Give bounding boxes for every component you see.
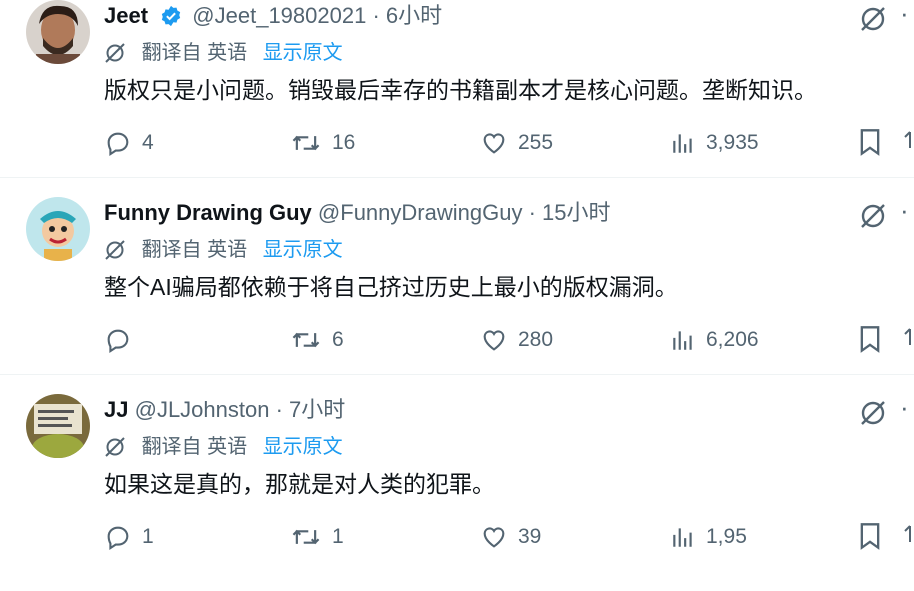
user-handle[interactable]: @JLJohnston bbox=[135, 397, 270, 422]
bookmark-icon[interactable] bbox=[858, 522, 882, 555]
like-icon bbox=[483, 330, 505, 351]
reply-button[interactable] bbox=[104, 325, 142, 355]
views-button[interactable]: 3,935 bbox=[670, 128, 759, 158]
like-button[interactable]: 280 bbox=[480, 325, 553, 355]
timestamp[interactable]: 6小时 bbox=[386, 3, 442, 28]
views-icon bbox=[673, 134, 692, 153]
translated-from-label: 翻译自 英语 bbox=[141, 436, 248, 458]
retweet-count: 1 bbox=[332, 525, 344, 548]
tweet[interactable]: Jeet @Jeet_19802021 · 6小时 · 翻译自 英语 显示原文 … bbox=[0, 0, 914, 197]
views-count: 6,206 bbox=[706, 328, 759, 351]
show-original-link[interactable]: 显示原文 bbox=[263, 436, 343, 458]
show-original-link[interactable]: 显示原文 bbox=[263, 42, 343, 64]
user-handle[interactable]: @FunnyDrawingGuy bbox=[318, 200, 523, 225]
share-icon[interactable] bbox=[902, 522, 914, 555]
tweet-header: JJ @JLJohnston · 7小时 bbox=[104, 394, 345, 426]
views-icon bbox=[673, 528, 692, 547]
separator-dot: · bbox=[528, 200, 536, 225]
grok-icon[interactable] bbox=[858, 201, 888, 236]
avatar[interactable] bbox=[26, 394, 90, 458]
views-count: 1,95 bbox=[706, 525, 747, 548]
retweet-button[interactable]: 6 bbox=[290, 325, 344, 355]
avatar[interactable] bbox=[26, 197, 90, 261]
more-icon[interactable]: · bbox=[900, 394, 909, 420]
separator-dot: · bbox=[372, 3, 380, 28]
views-icon bbox=[673, 331, 692, 350]
reply-button[interactable]: 4 bbox=[104, 128, 154, 158]
like-icon bbox=[483, 133, 505, 154]
display-name[interactable]: JJ bbox=[104, 397, 128, 422]
grok-icon[interactable] bbox=[858, 398, 888, 433]
like-count: 255 bbox=[518, 131, 554, 154]
like-count: 280 bbox=[518, 328, 554, 351]
retweet-icon bbox=[292, 529, 320, 545]
translated-from-label: 翻译自 英语 bbox=[141, 239, 248, 261]
more-icon[interactable]: · bbox=[900, 0, 909, 26]
display-name[interactable]: Jeet bbox=[104, 3, 148, 28]
tweet[interactable]: JJ @JLJohnston · 7小时 · 翻译自 英语 显示原文 如果这是真… bbox=[0, 394, 914, 591]
tweet[interactable]: Funny Drawing Guy @FunnyDrawingGuy · 15小… bbox=[0, 197, 914, 394]
translation-info: 翻译自 英语 显示原文 bbox=[104, 38, 343, 68]
translation-info: 翻译自 英语 显示原文 bbox=[104, 235, 343, 265]
bookmark-icon[interactable] bbox=[858, 325, 882, 358]
tweet-text: 版权只是小问题。销毁最后幸存的书籍副本才是核心问题。垄断知识。 bbox=[104, 77, 817, 103]
reply-icon bbox=[107, 526, 129, 551]
translate-icon bbox=[104, 42, 126, 73]
like-count: 39 bbox=[518, 525, 542, 548]
more-icon[interactable]: · bbox=[900, 197, 909, 223]
divider bbox=[0, 374, 914, 375]
tweet-header: Jeet @Jeet_19802021 · 6小时 bbox=[104, 0, 442, 32]
timestamp[interactable]: 7小时 bbox=[289, 397, 345, 422]
reply-icon bbox=[107, 329, 129, 354]
bookmark-icon[interactable] bbox=[858, 128, 882, 161]
views-button[interactable]: 6,206 bbox=[670, 325, 759, 355]
share-icon[interactable] bbox=[902, 128, 914, 161]
retweet-button[interactable]: 16 bbox=[290, 128, 355, 158]
display-name[interactable]: Funny Drawing Guy bbox=[104, 200, 312, 225]
translated-from-label: 翻译自 英语 bbox=[141, 42, 248, 64]
separator-dot: · bbox=[275, 397, 283, 422]
grok-icon[interactable] bbox=[858, 4, 888, 39]
tweet-header: Funny Drawing Guy @FunnyDrawingGuy · 15小… bbox=[104, 197, 611, 229]
reply-icon bbox=[107, 132, 129, 157]
avatar[interactable] bbox=[26, 0, 90, 64]
retweet-count: 6 bbox=[332, 328, 344, 351]
reply-count: 4 bbox=[142, 131, 154, 154]
divider bbox=[0, 177, 914, 178]
views-count: 3,935 bbox=[706, 131, 759, 154]
retweet-icon bbox=[292, 135, 320, 151]
translate-icon bbox=[104, 239, 126, 270]
show-original-link[interactable]: 显示原文 bbox=[263, 239, 343, 261]
timestamp[interactable]: 15小时 bbox=[542, 200, 610, 225]
like-button[interactable]: 255 bbox=[480, 128, 553, 158]
tweet-text: 整个AI骗局都依赖于将自己挤过历史上最小的版权漏洞。 bbox=[104, 274, 678, 300]
user-handle[interactable]: @Jeet_19802021 bbox=[192, 3, 366, 28]
translation-info: 翻译自 英语 显示原文 bbox=[104, 432, 343, 462]
retweet-count: 16 bbox=[332, 131, 356, 154]
retweet-icon bbox=[292, 332, 320, 348]
reply-count: 1 bbox=[142, 525, 154, 548]
like-icon bbox=[483, 527, 505, 548]
verified-icon bbox=[160, 4, 182, 36]
translate-icon bbox=[104, 436, 126, 467]
tweet-text: 如果这是真的，那就是对人类的犯罪。 bbox=[104, 471, 495, 497]
share-icon[interactable] bbox=[902, 325, 914, 358]
